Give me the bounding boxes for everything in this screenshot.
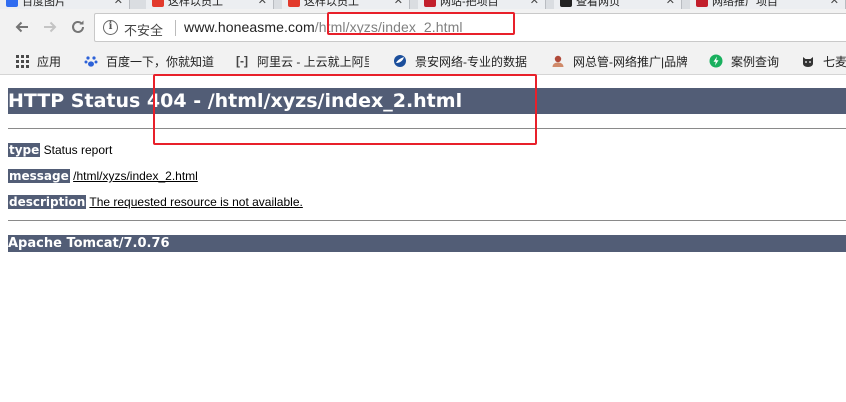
server-footer: Apache Tomcat/7.0.76 [8, 235, 846, 252]
forward-arrow-icon[interactable] [38, 15, 62, 39]
baidu-paw-icon [83, 53, 99, 69]
bookmark-item[interactable]: 百度一下，你就知道 [83, 52, 214, 70]
bookmark-item[interactable]: 案例查询 [708, 52, 779, 70]
bookmark-item[interactable]: 七麦 [800, 52, 846, 70]
message-row: message /html/xyzs/index_2.html [8, 169, 198, 183]
browser-tab[interactable]: 网站-把项目 ✕ [418, 0, 546, 9]
message-label: message [8, 169, 70, 183]
browser-tab[interactable]: 查看网页 ✕ [554, 0, 682, 9]
url-highlight-box [327, 12, 515, 35]
bookmark-label: 阿里云 - 上云就上阿里 [257, 54, 369, 69]
type-label: type [8, 143, 41, 157]
message-value: /html/xyzs/index_2.html [73, 169, 198, 183]
tab-strip: 百度图片 ✕ 这样以员工 ✕ 这样以员工 ✕ 网站-把项目 ✕ 查看网页 ✕ 网… [0, 0, 846, 9]
type-row: type Status report [8, 143, 112, 157]
tab-label: 这样以员工 [168, 0, 223, 8]
apps-grid-icon [14, 53, 30, 69]
browser-tab[interactable]: 这样以员工 ✕ [146, 0, 274, 9]
green-bolt-icon [708, 53, 724, 69]
bookmark-label: 网总管-网络推广|品牌 [573, 54, 687, 69]
reload-icon[interactable] [66, 15, 90, 39]
description-label: description [8, 195, 87, 209]
tab-favicon-icon [6, 0, 18, 7]
back-arrow-icon[interactable] [10, 15, 34, 39]
bookmark-label: 景安网络-专业的数据 [415, 54, 527, 69]
bookmark-item[interactable]: 景安网络-专业的数据 [392, 52, 531, 70]
bookmark-item[interactable]: 网总管-网络推广|品牌 [550, 52, 687, 70]
browser-tab[interactable]: 这样以员工 ✕ [282, 0, 410, 9]
bookmark-label: 百度一下，你就知道 [106, 54, 215, 69]
jingan-icon [392, 53, 408, 69]
browser-tab[interactable]: 百度图片 ✕ [0, 0, 130, 9]
tab-favicon-icon [288, 0, 300, 7]
close-icon[interactable]: ✕ [394, 0, 403, 7]
browser-tab[interactable]: 网络推广项目 ✕ [690, 0, 846, 9]
close-icon[interactable]: ✕ [666, 0, 675, 7]
close-icon[interactable]: ✕ [258, 0, 267, 7]
aliyun-icon: [-] [236, 54, 248, 68]
tab-label: 百度图片 [22, 0, 66, 8]
description-row: description The requested resource is no… [8, 195, 303, 209]
close-icon[interactable]: ✕ [830, 0, 839, 7]
tab-label: 网站-把项目 [440, 0, 499, 8]
tab-favicon-icon [152, 0, 164, 7]
bookmark-apps[interactable]: 应用 [14, 52, 61, 70]
divider [8, 220, 846, 221]
info-icon[interactable]: i [103, 20, 118, 35]
bookmark-label: 案例查询 [731, 54, 780, 69]
bookmarks-bar: 应用 百度一下，你就知道 [-] 阿里云 - 上云就上阿里 景安网络-专业的数据… [0, 47, 846, 75]
description-value: The requested resource is not available. [89, 195, 303, 209]
heading-highlight-box [153, 74, 537, 145]
cat-icon [800, 53, 816, 69]
bookmark-item[interactable]: [-] 阿里云 - 上云就上阿里 [234, 52, 369, 70]
type-value: Status report [43, 143, 113, 157]
tab-label: 网络推广项目 [712, 0, 778, 8]
bookmark-label: 七麦 [823, 54, 846, 69]
tab-label: 查看网页 [576, 0, 620, 8]
tab-label: 这样以员工 [304, 0, 359, 8]
divider [175, 20, 176, 36]
tab-favicon-icon [696, 0, 708, 7]
avatar-icon [550, 53, 566, 69]
close-icon[interactable]: ✕ [530, 0, 539, 7]
tab-favicon-icon [560, 0, 572, 7]
close-icon[interactable]: ✕ [114, 0, 123, 7]
tab-favicon-icon [424, 0, 436, 7]
security-status-label[interactable]: 不安全 [124, 20, 163, 39]
bookmark-label: 应用 [37, 54, 62, 69]
url-host: www.honeasme.com [184, 19, 315, 35]
